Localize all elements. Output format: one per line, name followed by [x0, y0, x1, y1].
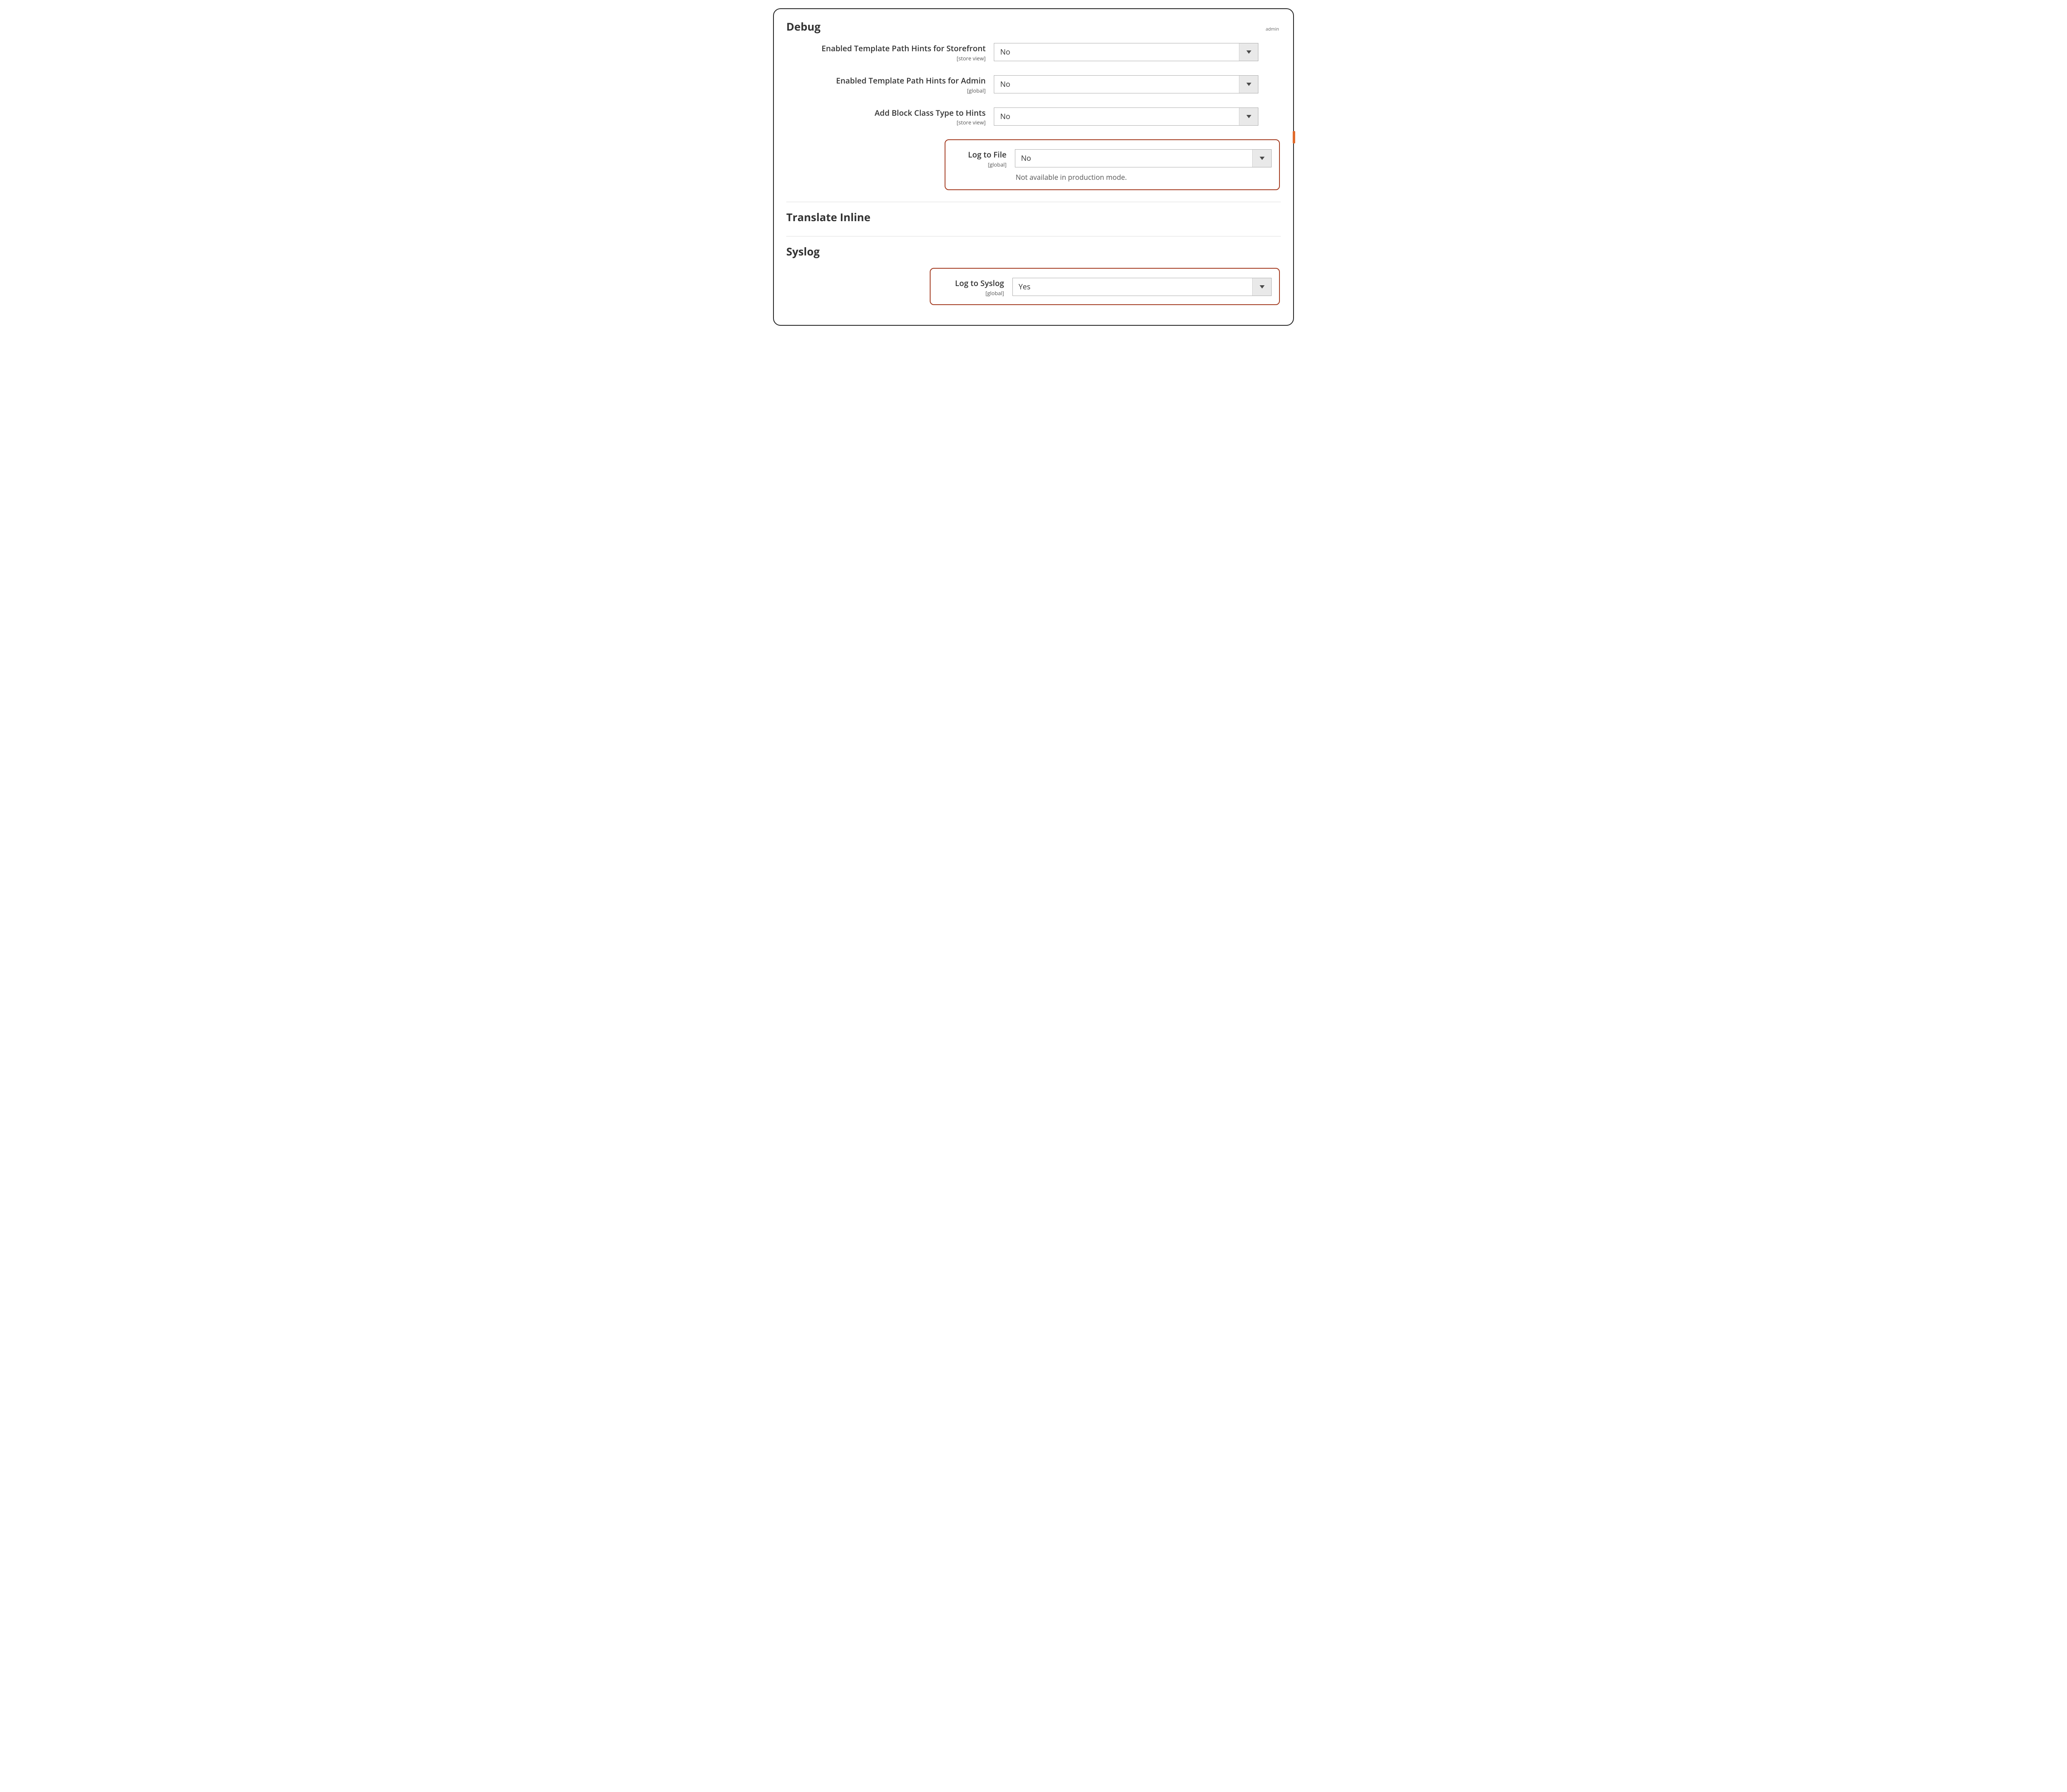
select-value: Yes [1013, 278, 1252, 296]
field-scope: [global] [953, 161, 1007, 168]
field-input-col: No [994, 107, 1258, 126]
log-to-file-highlight: Log to File [global] No Not available in… [945, 139, 1280, 190]
debug-section-header: Debug admin [786, 17, 1281, 43]
field-hints-storefront: Enabled Template Path Hints for Storefro… [786, 43, 1281, 62]
select-value: No [1015, 150, 1252, 167]
field-input-col: No [994, 43, 1258, 61]
hints-admin-select[interactable]: No [994, 75, 1258, 93]
field-label-col: Add Block Class Type to Hints [store vie… [786, 107, 994, 126]
log-to-file-select[interactable]: No [1015, 149, 1272, 167]
field-label: Enabled Template Path Hints for Storefro… [821, 43, 986, 54]
field-input-col: No [994, 75, 1258, 93]
log-to-file-note: Not available in production mode. [1015, 172, 1272, 182]
field-scope: [store view] [786, 119, 986, 126]
field-scope: [global] [938, 289, 1004, 297]
scroll-indicator [1293, 131, 1295, 143]
field-label-col: Enabled Template Path Hints for Storefro… [786, 43, 994, 62]
log-to-syslog-select[interactable]: Yes [1012, 278, 1272, 296]
field-scope: [store view] [786, 55, 986, 62]
field-label: Enabled Template Path Hints for Admin [836, 75, 986, 86]
field-label: Log to Syslog [955, 278, 1004, 289]
admin-tag: admin [1265, 26, 1279, 32]
chevron-down-icon [1252, 278, 1271, 296]
syslog-section-title: Syslog [786, 244, 1281, 259]
select-value: No [994, 76, 1239, 93]
field-label-col: Log to File [global] [953, 149, 1015, 168]
field-label-col: Enabled Template Path Hints for Admin [g… [786, 75, 994, 94]
hints-storefront-select[interactable]: No [994, 43, 1258, 61]
chevron-down-icon [1239, 76, 1258, 93]
chevron-down-icon [1239, 43, 1258, 61]
field-input-col: Yes [1012, 278, 1272, 296]
log-to-syslog-highlight: Log to Syslog [global] Yes [930, 268, 1280, 305]
field-scope: [global] [786, 87, 986, 94]
field-block-class: Add Block Class Type to Hints [store vie… [786, 107, 1281, 126]
debug-section-title: Debug [786, 19, 821, 34]
chevron-down-icon [1239, 108, 1258, 125]
config-panel: Debug admin Enabled Template Path Hints … [773, 8, 1294, 326]
field-label: Log to File [968, 149, 1007, 160]
field-label: Add Block Class Type to Hints [875, 107, 986, 118]
select-value: No [994, 108, 1239, 125]
chevron-down-icon [1252, 150, 1271, 167]
field-input-col: No Not available in production mode. [1015, 149, 1272, 182]
translate-inline-section-title: Translate Inline [786, 210, 1281, 224]
block-class-select[interactable]: No [994, 107, 1258, 126]
select-value: No [994, 43, 1239, 61]
field-hints-admin: Enabled Template Path Hints for Admin [g… [786, 75, 1281, 94]
field-label-col: Log to Syslog [global] [938, 278, 1012, 297]
